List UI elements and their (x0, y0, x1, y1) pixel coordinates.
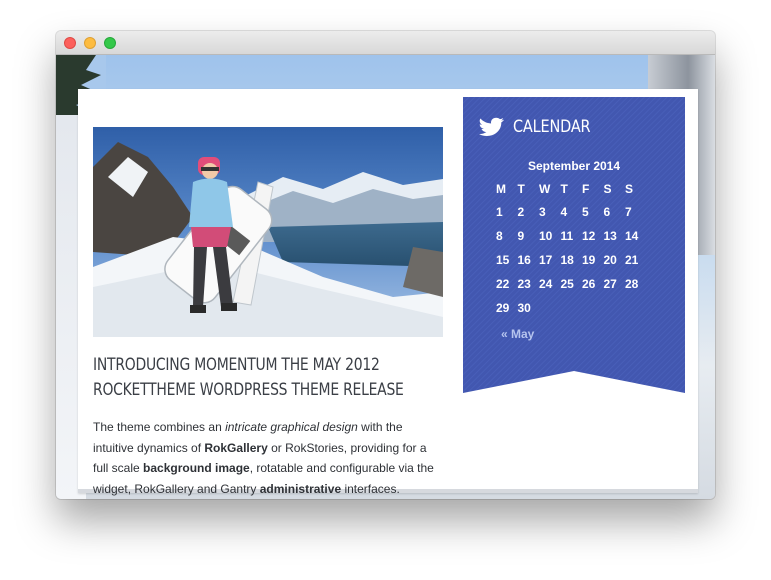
twitter-bird-icon (479, 117, 504, 136)
calendar-day: 9 (517, 229, 525, 243)
previous-month-link[interactable]: « May (501, 327, 534, 341)
calendar-day: 16 (517, 253, 531, 267)
calendar-day: 19 (582, 253, 596, 267)
calendar-day (625, 296, 647, 320)
weekday-label: T (560, 182, 568, 196)
calendar-day: 27 (603, 277, 617, 291)
page-viewport: INTRODUCING MOMENTUM THE MAY 2012 ROCKET… (56, 55, 715, 499)
calendar-day: 18 (560, 253, 574, 267)
title-bar (56, 31, 715, 55)
calendar-day (561, 296, 583, 320)
close-button[interactable] (64, 37, 76, 49)
body-text-5: interfaces. (341, 481, 400, 496)
calendar-day: 26 (582, 277, 596, 291)
week-row: 29 30 (496, 296, 647, 320)
calendar-day: 23 (517, 277, 531, 291)
body-text-1: The theme combines an (93, 420, 226, 434)
body-bold-2: background image (143, 461, 250, 475)
calendar-day (604, 296, 626, 320)
calendar-day: 11 (560, 229, 574, 243)
calendar-day: 30 (517, 301, 531, 315)
post-body: The theme combines an intricate graphica… (93, 417, 439, 499)
calendar-day: 2 (517, 205, 525, 219)
calendar-day (582, 296, 604, 320)
calendar-day: 24 (539, 277, 553, 291)
body-bold-3: administrative (259, 481, 342, 496)
calendar-day (539, 296, 561, 320)
weekday-label: T (517, 182, 525, 196)
week-row: 8 9 10 11 12 13 14 (496, 224, 647, 248)
calendar-day: 3 (539, 205, 546, 219)
calendar-day: 6 (603, 205, 611, 219)
weekday-label: S (625, 182, 634, 196)
calendar-day: 1 (496, 205, 503, 219)
body-italic-1: intricate graphical design (225, 420, 358, 434)
zoom-button[interactable] (104, 37, 116, 49)
calendar-day: 14 (625, 229, 639, 243)
browser-window: INTRODUCING MOMENTUM THE MAY 2012 ROCKET… (56, 31, 715, 499)
weekday-row: M T W T F S S (496, 178, 647, 200)
calendar-day: 12 (582, 229, 596, 243)
calendar-day: 20 (603, 253, 617, 267)
calendar-day: 28 (625, 277, 639, 291)
week-row: 15 16 17 18 19 20 21 (496, 248, 647, 272)
week-row: 22 23 24 25 26 27 28 (496, 272, 647, 296)
post-title[interactable]: INTRODUCING MOMENTUM THE MAY 2012 ROCKET… (93, 353, 454, 403)
calendar-day: 7 (625, 205, 632, 219)
calendar-month: September 2014 (527, 159, 621, 173)
snowboarder-photo (93, 127, 443, 337)
weekday-label: S (603, 182, 612, 196)
calendar-day: 15 (496, 253, 510, 267)
calendar-day: 22 (496, 277, 510, 291)
minimize-button[interactable] (84, 37, 96, 49)
weekday-label: M (496, 182, 506, 196)
calendar-day: 25 (560, 277, 574, 291)
calendar-day: 4 (560, 205, 568, 219)
calendar-day: 10 (539, 229, 553, 243)
weekday-label: W (539, 182, 551, 196)
calendar-day: 29 (496, 301, 510, 315)
body-bold-1: RokGallery (204, 440, 268, 455)
calendar-day: 13 (603, 229, 617, 243)
calendar-widget: CALENDAR September 2014 M T W T F S S 1 … (463, 97, 685, 393)
calendar-day: 17 (539, 253, 553, 267)
calendar-grid: M T W T F S S 1 2 3 4 5 6 7 8 9 10 11 12… (496, 178, 647, 320)
widget-title: CALENDAR (513, 117, 591, 137)
calendar-day: 21 (625, 253, 639, 267)
widget-header: CALENDAR (479, 115, 604, 139)
calendar-day: 8 (496, 229, 503, 243)
week-row: 1 2 3 4 5 6 7 (496, 200, 647, 224)
calendar-day: 5 (582, 205, 589, 219)
weekday-label: F (582, 182, 590, 196)
